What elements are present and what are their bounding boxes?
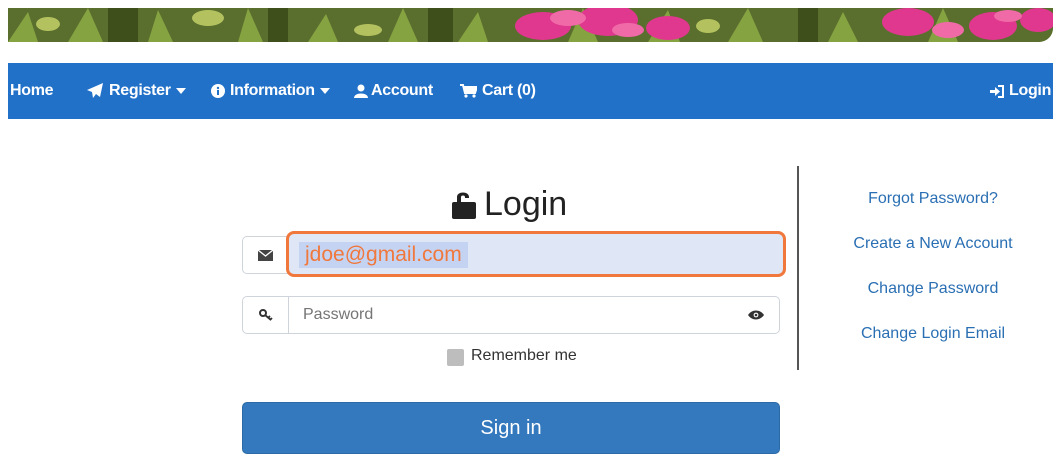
remember-me-checkbox[interactable] [447, 349, 464, 366]
change-password-link[interactable]: Change Password [868, 280, 999, 298]
key-icon [243, 297, 289, 333]
cart-icon [460, 84, 477, 98]
main-navbar: Home Register Information Account Cart (… [8, 63, 1053, 119]
nav-register-dropdown[interactable]: Register [87, 63, 186, 119]
nav-account-label: Account [371, 82, 433, 99]
nav-account[interactable]: Account [354, 63, 433, 119]
chevron-down-icon [175, 88, 186, 94]
nav-register-label: Register [109, 82, 171, 99]
user-icon [354, 84, 368, 98]
change-login-email-link[interactable]: Change Login Email [861, 325, 1005, 343]
sign-in-icon [990, 84, 1004, 98]
nav-information-label: Information [230, 82, 315, 99]
nav-cart[interactable]: Cart (0) [460, 63, 536, 119]
remember-me-label: Remember me [471, 347, 577, 364]
email-field[interactable]: jdoe@gmail.com [286, 231, 786, 277]
paper-plane-icon [87, 83, 104, 99]
email-field-value: jdoe@gmail.com [299, 242, 468, 268]
nav-login[interactable]: Login [990, 63, 1051, 119]
nav-home[interactable]: Home [10, 63, 54, 119]
info-circle-icon [211, 84, 225, 98]
nav-information-dropdown[interactable]: Information [211, 63, 330, 119]
remember-me: Remember me [447, 346, 577, 366]
chevron-down-icon [319, 88, 330, 94]
login-heading: Login [452, 184, 567, 224]
nav-login-label: Login [1009, 82, 1052, 99]
forgot-password-link[interactable]: Forgot Password? [868, 190, 998, 208]
header-banner-image [8, 8, 1053, 42]
eye-icon[interactable] [733, 297, 779, 333]
envelope-icon [243, 237, 289, 273]
nav-cart-label: Cart (0) [482, 82, 536, 99]
unlock-icon [452, 189, 476, 219]
password-input-group [242, 296, 780, 334]
nav-home-label: Home [10, 82, 54, 99]
login-title-text: Login [484, 184, 568, 223]
sign-in-button[interactable]: Sign in [242, 402, 780, 454]
vertical-divider [797, 166, 799, 370]
password-field[interactable] [289, 297, 733, 333]
create-account-link[interactable]: Create a New Account [853, 235, 1012, 253]
